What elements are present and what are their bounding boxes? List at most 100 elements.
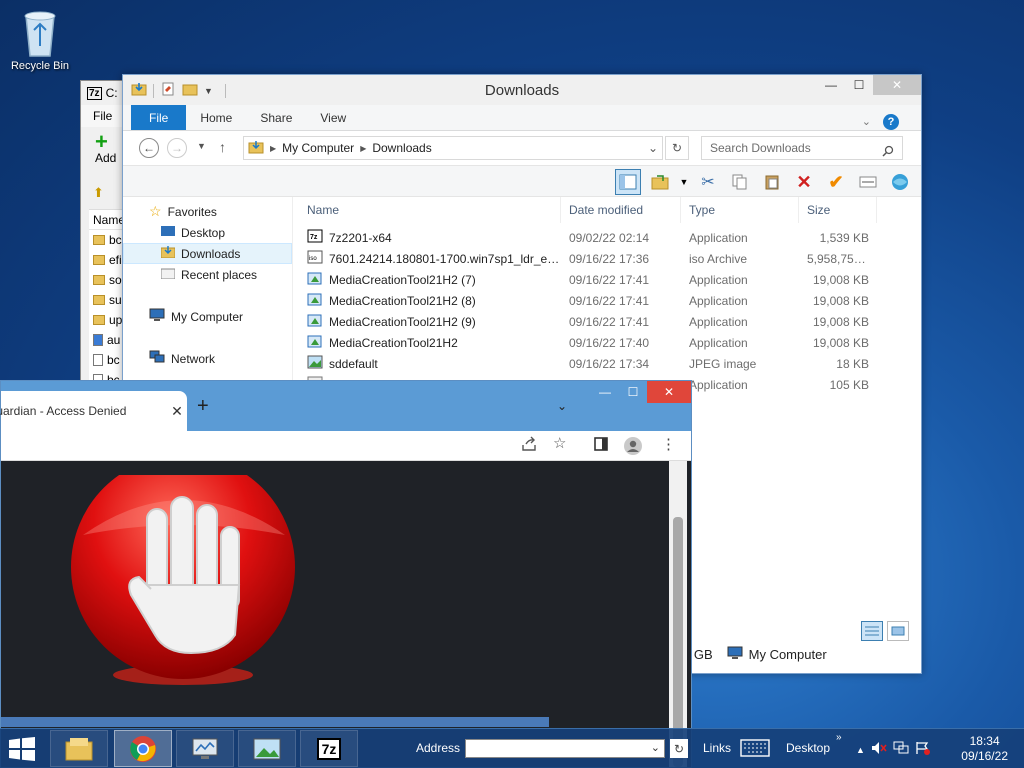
file-date-cell: 09/16/22 17:40 bbox=[569, 335, 650, 350]
profile-avatar-icon[interactable] bbox=[623, 436, 643, 459]
file-row[interactable]: MediaCreationTool21H2 (8) 09/16/22 17:41 A… bbox=[299, 290, 921, 311]
large-icons-view-icon[interactable] bbox=[887, 621, 909, 641]
file-name: MediaCreationTool21H2 (9) bbox=[329, 314, 476, 329]
file-row[interactable]: 7z 7z2201-x64 09/02/22 02:14 Application 1,5… bbox=[299, 227, 921, 248]
file-row[interactable]: MediaCreationTool21H2 09/16/22 17:40 Appli… bbox=[299, 332, 921, 353]
nav-my-computer[interactable]: My Computer bbox=[123, 306, 292, 327]
nav-desktop[interactable]: Desktop bbox=[123, 222, 292, 243]
refresh-button[interactable]: ↻ bbox=[665, 136, 689, 160]
taskbar-photos[interactable] bbox=[238, 730, 296, 767]
up-arrow-icon[interactable]: ↑ bbox=[219, 139, 226, 155]
side-panel-icon[interactable] bbox=[593, 436, 609, 455]
minimize-button[interactable]: — bbox=[591, 381, 619, 403]
toolbar-overflow-icon[interactable]: » bbox=[836, 732, 842, 743]
minimize-button[interactable]: — bbox=[817, 75, 845, 95]
file-row[interactable]: MediaCreationTool21H2 (7) 09/16/22 17:41 A… bbox=[299, 269, 921, 290]
tab-search-chevron-icon[interactable]: ⌄ bbox=[557, 399, 567, 413]
file-row[interactable]: MediaCreationTool21H2 (9) 09/16/22 17:41 A… bbox=[299, 311, 921, 332]
7zip-icon: 7z bbox=[316, 737, 342, 760]
new-tab-button[interactable]: + bbox=[197, 395, 209, 418]
7z-file-icon: 7z bbox=[307, 229, 323, 246]
chrome-tab-title: Guardian - Access Denied bbox=[0, 404, 127, 418]
file-size-cell: 19,008 KB bbox=[812, 293, 869, 308]
breadcrumb-my-computer[interactable]: My Computer bbox=[282, 141, 354, 155]
chrome-tab[interactable]: Guardian - Access Denied ✕ bbox=[0, 391, 187, 431]
recycle-bin-desktop-icon[interactable]: Recycle Bin bbox=[6, 6, 74, 72]
taskbar-links-label[interactable]: Links bbox=[703, 741, 731, 755]
taskbar-7zip[interactable]: 7z bbox=[300, 730, 358, 767]
properties-icon[interactable] bbox=[855, 169, 881, 195]
up-folder-icon[interactable]: ⬆ bbox=[93, 185, 104, 201]
computer-icon bbox=[149, 308, 165, 325]
paste-icon[interactable] bbox=[759, 169, 785, 195]
tab-share[interactable]: Share bbox=[246, 105, 306, 130]
file-row[interactable]: iso 7601.24214.180801-1700.win7sp1_ldr_es… bbox=[299, 248, 921, 269]
windows-logo-icon bbox=[9, 737, 35, 761]
back-button[interactable]: ← bbox=[139, 138, 159, 158]
taskbar-address-input[interactable]: ⌄ bbox=[465, 739, 665, 758]
column-name[interactable]: Name bbox=[299, 197, 561, 223]
taskbar-clock[interactable]: 18:34 09/16/22 bbox=[961, 734, 1008, 764]
tab-home[interactable]: Home bbox=[186, 105, 246, 130]
taskbar-file-explorer[interactable] bbox=[50, 730, 108, 767]
taskbar-monitor[interactable] bbox=[176, 730, 234, 767]
taskbar-refresh-button[interactable]: ↻ bbox=[670, 739, 688, 758]
maximize-button[interactable]: ☐ bbox=[619, 381, 647, 403]
column-type[interactable]: Type bbox=[681, 197, 799, 223]
recycle-bin-icon bbox=[20, 6, 60, 58]
column-size[interactable]: Size bbox=[799, 197, 877, 223]
delete-icon[interactable]: ✕ bbox=[791, 169, 817, 195]
page-scrollbar[interactable] bbox=[669, 461, 687, 767]
chrome-menu-icon[interactable]: ⋮ bbox=[661, 435, 676, 453]
address-dropdown-icon[interactable]: ⌄ bbox=[648, 141, 658, 155]
share-icon[interactable] bbox=[521, 436, 537, 455]
network-icon[interactable] bbox=[893, 741, 909, 758]
taskbar-desktop-label[interactable]: Desktop bbox=[786, 741, 830, 755]
action-center-flag-icon[interactable] bbox=[915, 741, 931, 758]
tray-overflow-icon[interactable]: ▲ bbox=[856, 745, 865, 755]
close-button[interactable]: ✕ bbox=[647, 381, 691, 403]
file-name: 7z2201-x64 bbox=[329, 230, 392, 245]
move-to-icon[interactable] bbox=[647, 169, 673, 195]
address-dropdown-icon[interactable]: ⌄ bbox=[651, 741, 660, 754]
start-button[interactable] bbox=[8, 737, 36, 764]
breadcrumb-downloads[interactable]: Downloads bbox=[372, 141, 431, 155]
close-tab-icon[interactable]: ✕ bbox=[167, 403, 187, 420]
help-icon[interactable]: ? bbox=[883, 114, 899, 130]
dropdown-icon[interactable]: ▼ bbox=[679, 169, 689, 195]
tab-view[interactable]: View bbox=[306, 105, 360, 130]
file-name-cell: 7z 7z2201-x64 bbox=[299, 229, 561, 246]
maximize-button[interactable]: ☐ bbox=[845, 75, 873, 95]
details-view-icon[interactable] bbox=[861, 621, 883, 641]
forward-button[interactable]: → bbox=[167, 138, 187, 158]
file-name: 7601.24214.180801-1700.win7sp1_ldr_escr.… bbox=[329, 251, 561, 266]
search-input[interactable]: Search Downloads bbox=[701, 136, 903, 160]
nav-network[interactable]: Network bbox=[123, 348, 292, 369]
file-row[interactable]: sddefault 09/16/22 17:34 JPEG image 18 KB bbox=[299, 353, 921, 374]
volume-muted-icon[interactable] bbox=[871, 741, 887, 758]
rename-check-icon[interactable]: ✔ bbox=[823, 169, 849, 195]
copy-icon[interactable] bbox=[727, 169, 753, 195]
touch-keyboard-icon[interactable] bbox=[740, 739, 770, 760]
column-date-modified[interactable]: Date modified bbox=[561, 197, 681, 223]
recent-locations-dropdown-icon[interactable]: ▼ bbox=[197, 141, 206, 151]
address-bar[interactable]: ▶ My Computer ▶ Downloads ⌄ bbox=[243, 136, 663, 160]
nav-downloads[interactable]: Downloads bbox=[123, 243, 292, 264]
explorer-titlebar[interactable]: ▼ Downloads — ☐ ✕ bbox=[123, 75, 921, 105]
file-name-cell: MediaCreationTool21H2 (8) bbox=[299, 291, 561, 310]
chrome-window[interactable]: Guardian - Access Denied ✕ + ⌄ — ☐ ✕ ☆ ⋮ bbox=[0, 380, 692, 768]
globe-icon[interactable] bbox=[887, 169, 913, 195]
breadcrumb-sep-icon: ▶ bbox=[360, 143, 367, 153]
file-name: sddefault bbox=[329, 356, 378, 371]
taskbar-address-label: Address bbox=[416, 741, 461, 755]
nav-favorites[interactable]: ☆ Favorites bbox=[123, 201, 292, 222]
nav-recent-places[interactable]: Recent places bbox=[123, 264, 292, 285]
tab-file[interactable]: File bbox=[131, 105, 187, 130]
bookmark-star-icon[interactable]: ☆ bbox=[553, 434, 566, 452]
folder-icon bbox=[93, 235, 105, 245]
preview-pane-icon[interactable] bbox=[615, 169, 641, 195]
cut-icon[interactable]: ✂ bbox=[695, 169, 721, 195]
close-button[interactable]: ✕ bbox=[873, 75, 921, 95]
file-size-cell: 5,958,758 KB bbox=[807, 251, 877, 266]
taskbar-chrome[interactable] bbox=[114, 730, 172, 767]
